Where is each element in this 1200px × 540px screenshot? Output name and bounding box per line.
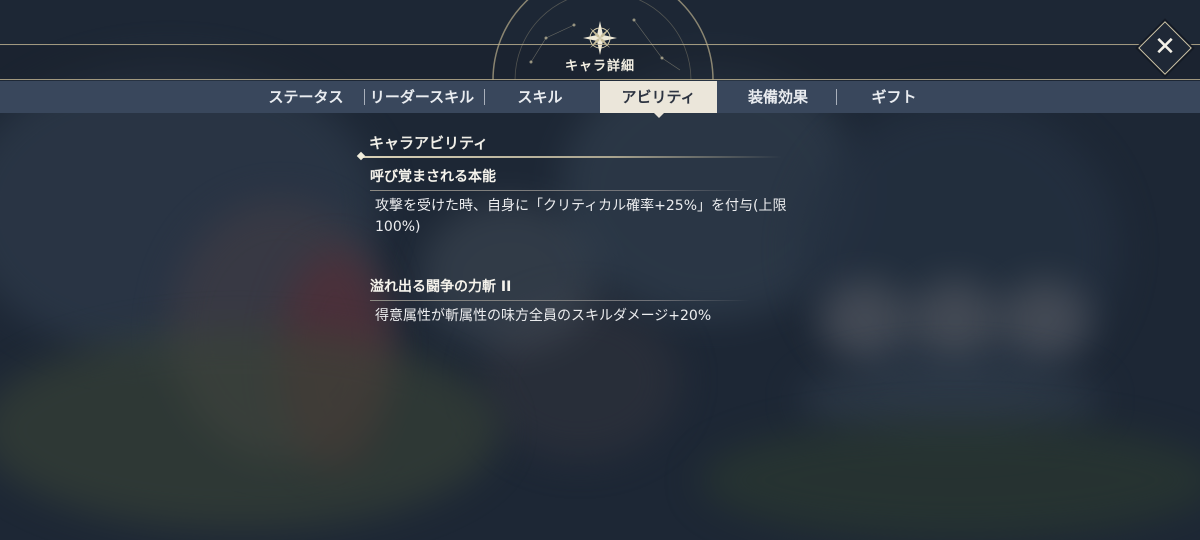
ability-underline [370, 190, 750, 191]
tab-status[interactable]: ステータス [258, 81, 354, 113]
tab-leader-skill[interactable]: リーダースキル [366, 81, 478, 113]
tab-divider [484, 89, 485, 105]
screen-title: キャラ詳細 [564, 59, 635, 74]
tab-bar: ステータス リーダースキル スキル アビリティ 装備効果 ギフト [0, 81, 1200, 118]
ability-name: 溢れ出る闘争の力斬 II [370, 279, 512, 295]
ability-description: 攻撃を受けた時、自身に「クリティカル確率+25%」を付与(上限100%) [375, 198, 787, 235]
tab-equipment-effect[interactable]: 装備効果 [730, 81, 826, 113]
tab-divider [364, 89, 365, 105]
ability-item: 呼び覚まされる本能 攻撃を受けた時、自身に「クリティカル確率+25%」を付与(上… [370, 166, 840, 238]
diamond-marker-icon [356, 151, 366, 161]
ability-description: 得意属性が斬属性の味方全員のスキルダメージ+20% [375, 308, 712, 324]
section-divider [362, 156, 782, 158]
ability-item: 溢れ出る闘争の力斬 II 得意属性が斬属性の味方全員のスキルダメージ+20% [370, 276, 840, 327]
tab-gift[interactable]: ギフト [846, 81, 942, 113]
tab-ability[interactable]: アビリティ [600, 81, 717, 118]
ability-name: 呼び覚まされる本能 [370, 169, 496, 185]
header: キャラ詳細 [0, 0, 1200, 80]
ability-underline [370, 300, 750, 301]
ability-panel: キャラアビリティ 呼び覚まされる本能 攻撃を受けた時、自身に「クリティカル確率+… [356, 120, 836, 350]
section-header: キャラアビリティ [369, 134, 489, 152]
tab-skill[interactable]: スキル [492, 81, 588, 113]
tab-divider [836, 89, 837, 105]
